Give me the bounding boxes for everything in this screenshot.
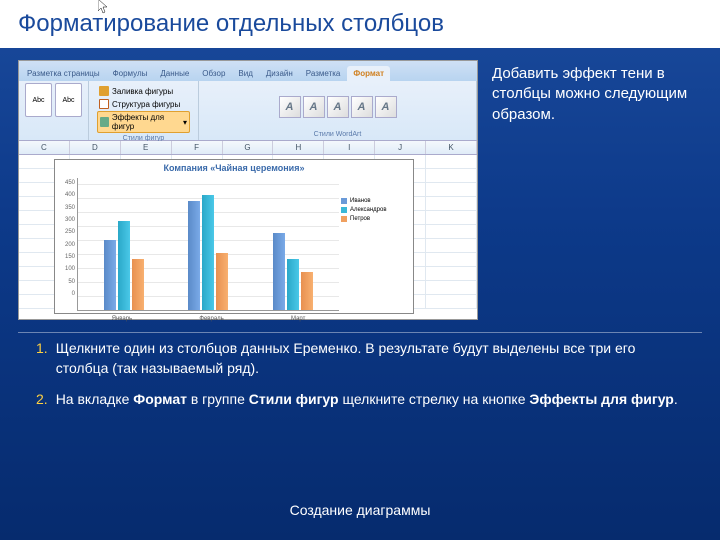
legend-swatch-icon	[341, 198, 347, 204]
step-2: 2. На вкладке Формат в группе Стили фигу…	[36, 390, 684, 410]
bar-group	[104, 221, 144, 310]
col-header[interactable]: C	[19, 141, 70, 154]
y-axis: 450400350300250200150100500	[57, 178, 77, 311]
chart-bar[interactable]	[273, 233, 285, 310]
effects-icon	[100, 117, 109, 127]
shape-style-1[interactable]: Abc	[25, 83, 52, 117]
chart-bar[interactable]	[104, 240, 116, 310]
col-header[interactable]: G	[223, 141, 274, 154]
column-headers: C D E F G H I J K	[19, 141, 477, 155]
wordart-label: Стили WordArt	[205, 131, 470, 138]
chart-bar[interactable]	[202, 195, 214, 310]
legend-swatch-icon	[341, 216, 347, 222]
excel-screenshot: Разметка страницы Формулы Данные Обзор В…	[18, 60, 478, 320]
step-text: На вкладке Формат в группе Стили фигур щ…	[56, 390, 678, 410]
bar-group	[273, 233, 313, 310]
col-header[interactable]: D	[70, 141, 121, 154]
x-axis-labels: Январь Февраль Март	[78, 316, 339, 322]
legend-item: Александров	[341, 207, 407, 213]
ribbon-tabs: Разметка страницы Формулы Данные Обзор В…	[19, 61, 477, 81]
wordart-style-4[interactable]: A	[351, 96, 373, 118]
chart-bar[interactable]	[132, 259, 144, 310]
shape-outline-button[interactable]: Структура фигуры	[97, 98, 190, 110]
col-header[interactable]: F	[172, 141, 223, 154]
chart-title: Компания «Чайная церемония»	[55, 160, 413, 176]
shape-styles-group: Abc Abc	[19, 81, 89, 140]
step-number: 1.	[36, 339, 48, 378]
dropdown-arrow-icon: ▾	[183, 118, 187, 127]
step-text: Щелкните один из столбцов данных Еременк…	[56, 339, 684, 378]
fill-icon	[99, 86, 109, 96]
col-header[interactable]: I	[324, 141, 375, 154]
wordart-style-3[interactable]: A	[327, 96, 349, 118]
wordart-style-2[interactable]: A	[303, 96, 325, 118]
col-header[interactable]: J	[375, 141, 426, 154]
tab-formulas[interactable]: Формулы	[107, 66, 154, 81]
shape-effects-group: Заливка фигуры Структура фигуры Эффекты …	[89, 81, 199, 140]
shape-fill-button[interactable]: Заливка фигуры	[97, 85, 190, 97]
step-number: 2.	[36, 390, 48, 410]
chart-bar[interactable]	[188, 201, 200, 310]
step-1: 1. Щелкните один из столбцов данных Ерем…	[36, 339, 684, 378]
embedded-chart[interactable]: Компания «Чайная церемония» 450400350300…	[54, 159, 414, 314]
tab-format[interactable]: Формат	[347, 66, 390, 81]
chart-legend: Иванов Александров Петров	[339, 178, 409, 311]
slide-title: Форматирование отдельных столбцов	[0, 0, 720, 48]
tab-data[interactable]: Данные	[154, 66, 195, 81]
chart-bar[interactable]	[301, 272, 313, 310]
legend-item: Петров	[341, 216, 407, 222]
tab-review[interactable]: Обзор	[196, 66, 231, 81]
tab-view[interactable]: Вид	[232, 66, 258, 81]
description-text: Добавить эффект тени в столбцы можно сле…	[490, 60, 702, 320]
footer-text: Создание диаграммы	[0, 502, 720, 518]
chart-bar[interactable]	[287, 259, 299, 310]
chart-bar[interactable]	[216, 253, 228, 311]
shape-style-2[interactable]: Abc	[55, 83, 82, 117]
tab-layout[interactable]: Разметка	[300, 66, 347, 81]
chart-plot: Январь Февраль Март	[77, 178, 339, 311]
outline-icon	[99, 99, 109, 109]
tab-design[interactable]: Дизайн	[260, 66, 299, 81]
legend-item: Иванов	[341, 198, 407, 204]
bar-group	[188, 195, 228, 310]
content-area: Разметка страницы Формулы Данные Обзор В…	[0, 48, 720, 332]
wordart-group: A A A A A Стили WordArt	[199, 81, 477, 140]
col-header[interactable]: E	[121, 141, 172, 154]
ribbon-body: Abc Abc Заливка фигуры Структура фигуры …	[19, 81, 477, 141]
legend-swatch-icon	[341, 207, 347, 213]
shape-effects-button[interactable]: Эффекты для фигур▾	[97, 111, 190, 133]
col-header[interactable]: H	[273, 141, 324, 154]
steps-list: 1. Щелкните один из столбцов данных Ерем…	[18, 332, 702, 410]
tab-page-layout[interactable]: Разметка страницы	[21, 66, 106, 81]
wordart-style-1[interactable]: A	[279, 96, 301, 118]
chart-body: 450400350300250200150100500 Январь Февра…	[55, 176, 413, 313]
worksheet-area: C D E F G H I J K	[19, 141, 477, 319]
wordart-style-5[interactable]: A	[375, 96, 397, 118]
col-header[interactable]: K	[426, 141, 477, 154]
chart-bar[interactable]	[118, 221, 130, 310]
